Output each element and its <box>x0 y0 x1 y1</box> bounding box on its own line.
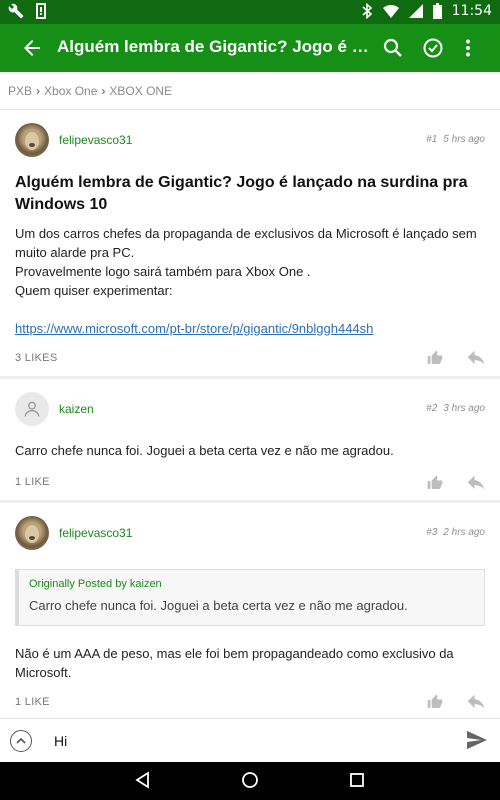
post: felipevasco31 #1 5 hrs ago Alguém lembra … <box>0 110 500 376</box>
reply-input[interactable] <box>54 729 444 753</box>
clock: 11:54 <box>451 3 492 19</box>
status-bar: 11:54 <box>0 0 500 24</box>
check-circle-icon[interactable] <box>421 36 445 60</box>
system-nav-bar <box>0 762 500 800</box>
nav-recents-icon[interactable] <box>347 770 367 795</box>
username[interactable]: felipevasco31 <box>59 133 132 147</box>
quote-header[interactable]: Originally Posted by kaizen <box>29 578 474 590</box>
quote-block: Originally Posted by kaizen Carro chefe … <box>15 569 485 626</box>
chevron-right-icon: › <box>36 83 41 98</box>
reply-icon[interactable] <box>467 350 485 371</box>
reply-icon[interactable] <box>467 475 485 496</box>
nav-home-icon[interactable] <box>240 770 260 795</box>
thread-title: Alguém lembra de Gigantic? Jogo é lançad… <box>57 37 373 56</box>
breadcrumb-item-xbox-one[interactable]: Xbox One <box>44 84 97 98</box>
send-icon[interactable] <box>466 730 488 755</box>
user-placeholder-icon <box>24 401 40 417</box>
battery-icon <box>432 3 442 19</box>
username[interactable]: felipevasco31 <box>59 526 132 540</box>
post-number: #3 <box>426 527 438 538</box>
post-list[interactable]: felipevasco31 #1 5 hrs ago Alguém lembra … <box>0 110 500 718</box>
post-meta: #3 2 hrs ago <box>426 527 485 538</box>
post-body: Não é um AAA de peso, mas ele foi bem pr… <box>15 646 454 680</box>
like-count: 1 LIKE <box>15 696 50 708</box>
breadcrumb-item-pxb[interactable]: PXB <box>8 84 32 98</box>
post-title: Alguém lembra de Gigantic? Jogo é lançad… <box>15 174 468 213</box>
reply-composer <box>0 718 500 762</box>
post-time: 5 hrs ago <box>443 134 485 145</box>
wrench-icon <box>8 3 24 19</box>
post-time: 3 hrs ago <box>443 403 485 414</box>
thumb-up-icon[interactable] <box>427 350 443 371</box>
expand-up-icon[interactable] <box>10 730 32 752</box>
post-meta: #1 5 hrs ago <box>426 134 485 145</box>
post-body: Um dos carros chefes da propaganda de ex… <box>15 226 477 298</box>
quote-body: Carro chefe nunca foi. Joguei a beta cer… <box>29 598 408 613</box>
search-icon[interactable] <box>381 36 405 60</box>
post-link[interactable]: https://www.microsoft.com/pt-br/store/p/… <box>15 321 373 336</box>
post: felipevasco31 #3 2 hrs ago Originally Pos… <box>0 503 500 718</box>
avatar[interactable] <box>15 392 49 426</box>
breadcrumb-item-xbox-one-forum[interactable]: XBOX ONE <box>109 84 172 98</box>
chevron-right-icon: › <box>101 83 106 98</box>
like-count: 3 LIKES <box>15 352 58 364</box>
back-arrow-icon[interactable] <box>20 36 44 60</box>
breadcrumb: PXB › Xbox One › XBOX ONE <box>0 72 500 110</box>
thumb-up-icon[interactable] <box>427 475 443 496</box>
avatar[interactable] <box>15 516 49 550</box>
post-number: #2 <box>426 403 438 414</box>
reply-icon[interactable] <box>467 694 485 715</box>
post-meta: #2 3 hrs ago <box>426 403 485 414</box>
post: kaizen #2 3 hrs ago Carro chefe nunca foi… <box>0 379 500 500</box>
wifi-icon <box>382 4 399 18</box>
signal-icon <box>408 4 423 18</box>
nav-back-icon[interactable] <box>133 770 153 795</box>
post-time: 2 hrs ago <box>443 527 485 538</box>
bluetooth-icon <box>361 3 373 19</box>
sd-card-icon <box>34 3 48 19</box>
app-bar: Alguém lembra de Gigantic? Jogo é lançad… <box>0 24 500 72</box>
post-body: Carro chefe nunca foi. Joguei a beta cer… <box>15 443 394 458</box>
more-vert-icon[interactable] <box>456 36 480 60</box>
avatar[interactable] <box>15 123 49 157</box>
thumb-up-icon[interactable] <box>427 694 443 715</box>
post-number: #1 <box>426 134 438 145</box>
username[interactable]: kaizen <box>59 402 94 416</box>
like-count: 1 LIKE <box>15 476 50 488</box>
